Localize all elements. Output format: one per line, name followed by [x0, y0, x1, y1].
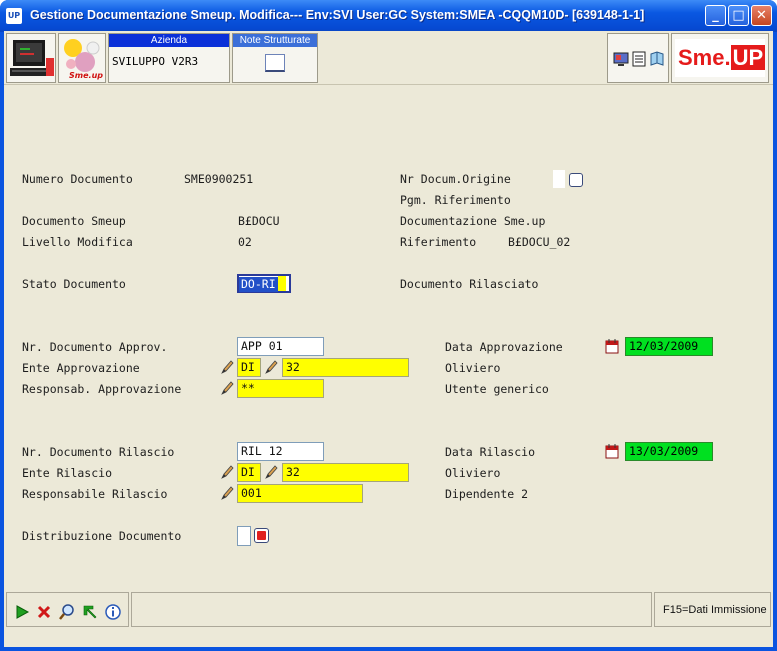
calendar-icon[interactable] — [605, 443, 620, 459]
edit-pen-icon[interactable] — [264, 359, 279, 375]
back-arrow-icon[interactable] — [81, 603, 99, 621]
edit-pen-icon[interactable] — [264, 464, 279, 480]
smeup-tile[interactable]: Sme.up — [58, 33, 106, 83]
info-icon[interactable] — [104, 603, 122, 621]
ente-rilascio-label: Ente Rilascio — [22, 466, 113, 480]
edit-pen-icon[interactable] — [220, 380, 235, 396]
responsabile-rilascio-field[interactable]: 001 — [237, 484, 363, 503]
ente-approvazione-field[interactable]: 32 — [282, 358, 409, 377]
distribuzione-red-marker — [257, 531, 266, 540]
status-message-panel — [131, 592, 652, 627]
nr-documento-rilascio-field[interactable]: RIL 12 — [237, 442, 324, 461]
responsabile-rilascio-desc: Dipendente 2 — [445, 487, 529, 501]
responsab-approvazione-desc: Utente generico — [445, 382, 549, 396]
note-strutturate-panel: Note Strutturate — [232, 33, 318, 83]
minimize-button[interactable]: _ — [705, 5, 726, 26]
edit-pen-icon[interactable] — [220, 359, 235, 375]
maximize-button[interactable]: □ — [728, 5, 749, 26]
distribuzione-documento-field[interactable] — [237, 526, 251, 546]
status-bar: F15=Dati Immissione — [4, 589, 773, 647]
nr-docum-origine-label: Nr Docum.Origine — [400, 172, 511, 186]
nr-documento-approv-field[interactable]: APP 01 — [237, 337, 324, 356]
stato-documento-label: Stato Documento — [22, 277, 126, 291]
numero-documento-label: Numero Documento — [22, 172, 133, 186]
nr-docum-origine-field[interactable] — [553, 170, 565, 188]
search-icon[interactable] — [58, 603, 76, 621]
ente-approvazione-code[interactable]: DI — [237, 358, 261, 377]
pgm-riferimento-label: Pgm. Riferimento — [400, 193, 511, 207]
ente-rilascio-code[interactable]: DI — [237, 463, 261, 482]
app-window: UP Gestione Documentazione Smeup. Modifi… — [0, 0, 777, 651]
document-list-icon[interactable] — [631, 51, 647, 67]
cancel-icon[interactable] — [35, 603, 53, 621]
riferimento-label: Riferimento — [400, 235, 477, 249]
stato-documento-field[interactable]: DO-RI — [237, 274, 291, 293]
close-button[interactable]: ✕ — [751, 5, 772, 26]
numero-documento-value: SME0900251 — [184, 172, 254, 186]
ente-approvazione-label: Ente Approvazione — [22, 361, 140, 375]
smeup-logo: Sme.UP — [671, 33, 769, 83]
data-rilascio-field[interactable]: 13/03/2009 — [625, 442, 713, 461]
riferimento-value: B£DOCU_02 — [508, 235, 571, 249]
data-approvazione-label: Data Approvazione — [445, 340, 563, 354]
nr-docum-origine-button[interactable] — [569, 173, 583, 187]
right-icons-panel — [607, 33, 669, 83]
window-title: Gestione Documentazione Smeup. Modifica-… — [30, 8, 645, 22]
responsabile-rilascio-label: Responsabile Rilascio — [22, 487, 168, 501]
book-icon[interactable] — [649, 51, 665, 67]
data-rilascio-label: Data Rilascio — [445, 445, 536, 459]
nr-documento-approv-label: Nr. Documento Approv. — [22, 340, 168, 354]
azienda-header: Azienda — [109, 34, 229, 47]
responsab-approvazione-field[interactable]: ** — [237, 379, 324, 398]
function-key-panel[interactable]: F15=Dati Immissione — [654, 592, 771, 627]
toolbar: Sme.up Azienda SVILUPPO V2R3 Note Strutt… — [4, 31, 773, 85]
smeup-small-logo-text: Sme.up — [69, 71, 103, 80]
smeup-logo-inner: Sme.UP — [675, 39, 766, 77]
function-key-label: F15=Dati Immissione — [663, 604, 767, 616]
distribuzione-button[interactable] — [254, 528, 269, 543]
smeup-logo-text: Sme.UP — [678, 45, 766, 71]
ente-rilascio-field[interactable]: 32 — [282, 463, 409, 482]
stato-documento-desc: Documento Rilasciato — [400, 277, 539, 291]
monitor-icon[interactable] — [613, 51, 629, 67]
note-strutturate-header: Note Strutturate — [233, 34, 317, 47]
action-icons-panel — [6, 592, 129, 627]
documento-smeup-label: Documento Smeup — [22, 214, 126, 228]
data-approvazione-field[interactable]: 12/03/2009 — [625, 337, 713, 356]
edit-pen-icon[interactable] — [220, 485, 235, 501]
client-area: Sme.up Azienda SVILUPPO V2R3 Note Strutt… — [4, 31, 773, 647]
responsab-approvazione-label: Responsab. Approvazione — [22, 382, 182, 396]
nr-documento-rilascio-label: Nr. Documento Rilascio — [22, 445, 175, 459]
azienda-value: SVILUPPO V2R3 — [112, 55, 199, 68]
azienda-panel: Azienda SVILUPPO V2R3 — [108, 33, 230, 83]
smeup-logo-up: UP — [730, 45, 766, 70]
app-icon[interactable]: UP — [6, 8, 22, 24]
calendar-icon[interactable] — [605, 338, 620, 354]
computer-icon — [10, 40, 54, 76]
ente-approvazione-desc: Oliviero — [445, 361, 501, 375]
stato-documento-cursor — [277, 276, 286, 291]
documentazione-label: Documentazione Sme.up — [400, 214, 546, 228]
smeup-balls-icon: Sme.up — [64, 39, 103, 80]
distribuzione-documento-label: Distribuzione Documento — [22, 529, 182, 543]
edit-pen-icon[interactable] — [220, 464, 235, 480]
play-icon[interactable] — [13, 603, 31, 621]
smeup-logo-sme: Sme. — [678, 45, 731, 70]
livello-modifica-label: Livello Modifica — [22, 235, 133, 249]
livello-modifica-value: 02 — [238, 235, 252, 249]
title-bar[interactable]: UP Gestione Documentazione Smeup. Modifi… — [0, 0, 777, 32]
terminal-tile[interactable] — [6, 33, 56, 83]
document-form: Numero Documento SME0900251 Documento Sm… — [4, 86, 773, 589]
ente-rilascio-desc: Oliviero — [445, 466, 501, 480]
stato-documento-value: DO-RI — [239, 277, 278, 292]
note-strutturate-field[interactable] — [265, 54, 285, 72]
documento-smeup-value: B£DOCU — [238, 214, 280, 228]
